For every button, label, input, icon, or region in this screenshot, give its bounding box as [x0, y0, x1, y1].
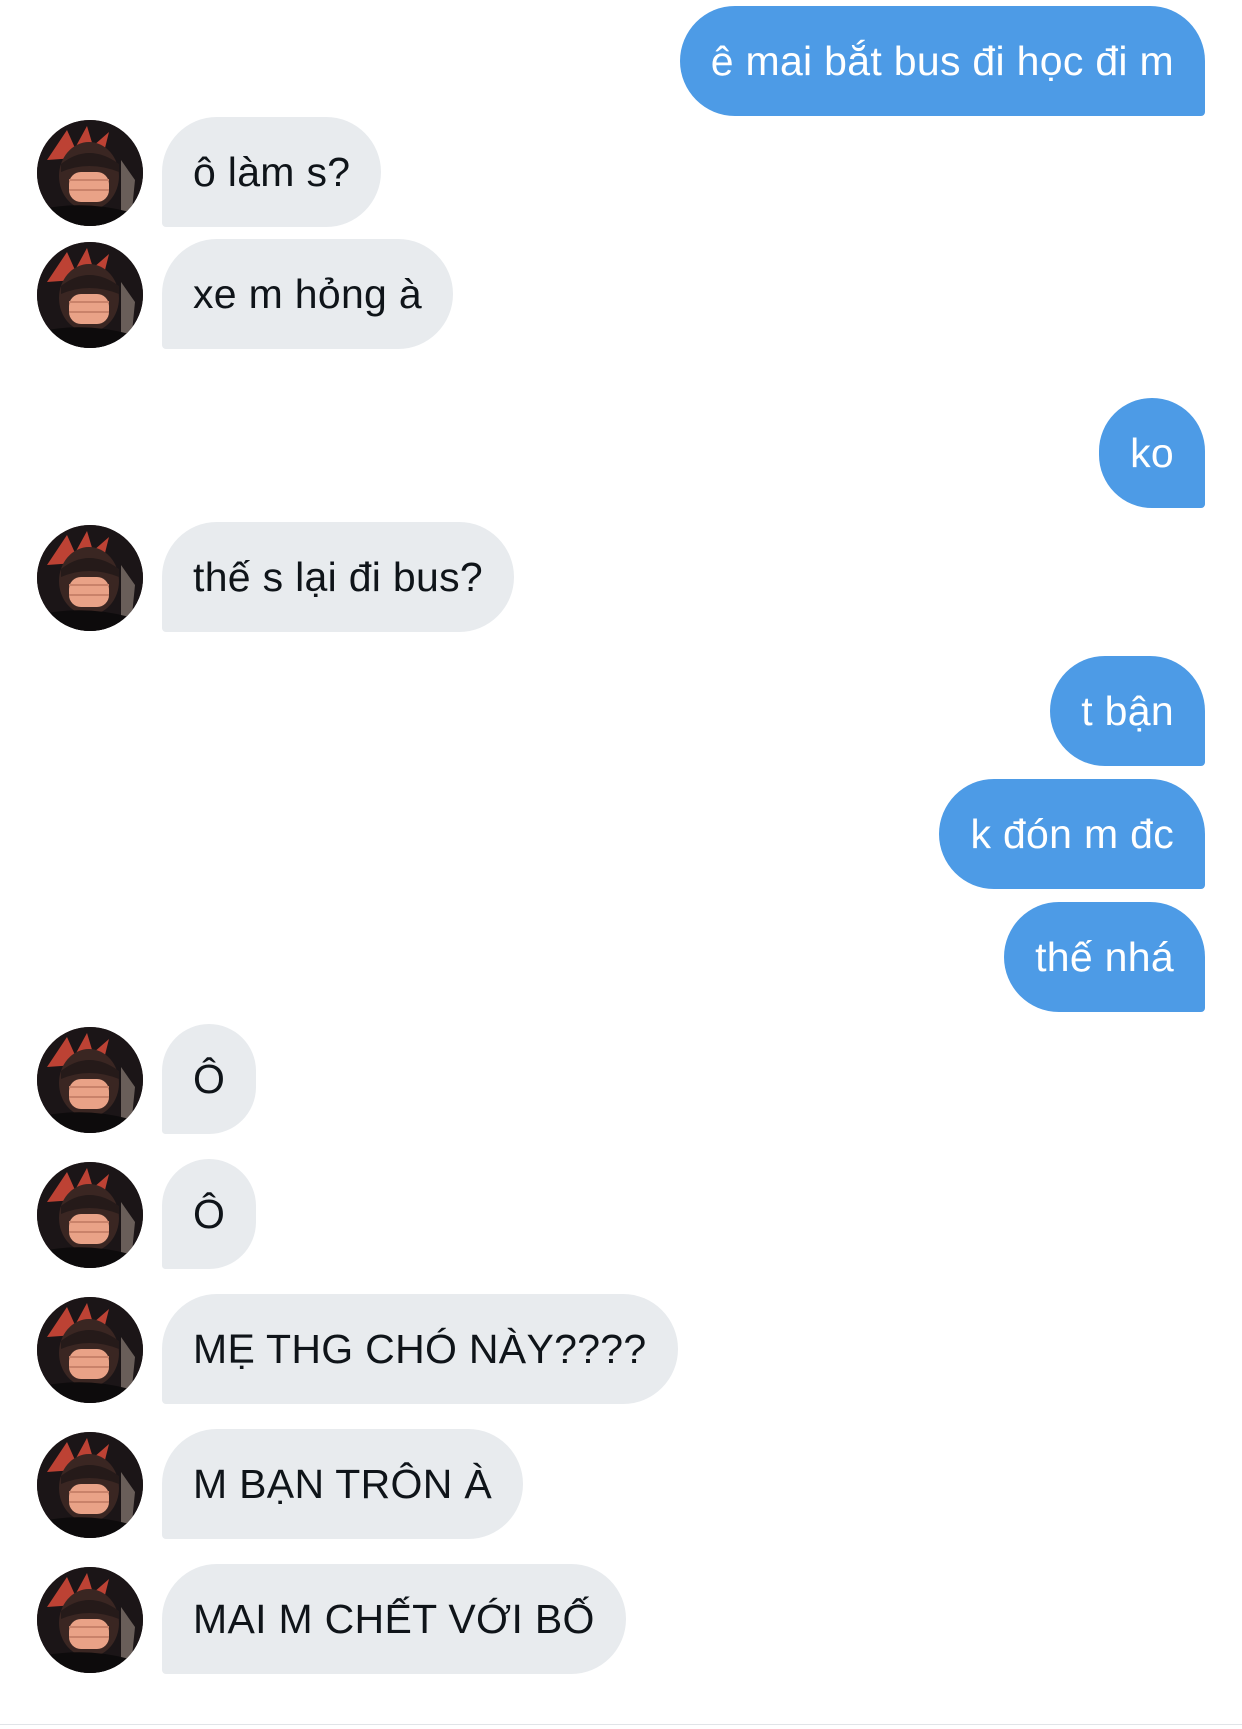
contact-avatar[interactable]	[37, 120, 143, 226]
contact-avatar[interactable]	[37, 242, 143, 348]
avatar-photo-icon	[37, 1432, 143, 1538]
outgoing-message-bubble[interactable]: k đón m đc	[939, 779, 1205, 889]
contact-avatar[interactable]	[37, 525, 143, 631]
outgoing-message-bubble[interactable]: ko	[1099, 398, 1205, 508]
contact-avatar[interactable]	[37, 1162, 143, 1268]
incoming-message-bubble[interactable]: thế s lại đi bus?	[162, 522, 514, 632]
incoming-message-bubble[interactable]: Ô	[162, 1159, 257, 1269]
message-thread: ê mai bắt bus đi học đi m ô làm s? xe m …	[0, 0, 1242, 1729]
contact-avatar[interactable]	[37, 1567, 143, 1673]
avatar-photo-icon	[37, 120, 143, 226]
outgoing-message-bubble[interactable]: t bận	[1050, 656, 1205, 766]
outgoing-message-bubble[interactable]: thế nhá	[1004, 902, 1205, 1012]
avatar-photo-icon	[37, 1297, 143, 1403]
contact-avatar[interactable]	[37, 1027, 143, 1133]
avatar-photo-icon	[37, 242, 143, 348]
incoming-message-bubble[interactable]: xe m hỏng à	[162, 239, 453, 349]
incoming-message-bubble[interactable]: Ô	[162, 1024, 257, 1134]
outgoing-message-bubble[interactable]: ê mai bắt bus đi học đi m	[679, 6, 1205, 116]
avatar-photo-icon	[37, 525, 143, 631]
incoming-message-bubble[interactable]: MAI M CHẾT VỚI BỐ	[162, 1564, 626, 1674]
avatar-photo-icon	[37, 1162, 143, 1268]
contact-avatar[interactable]	[37, 1297, 143, 1403]
incoming-message-bubble[interactable]: ô làm s?	[162, 117, 382, 227]
divider	[0, 1724, 1242, 1725]
avatar-photo-icon	[37, 1567, 143, 1673]
contact-avatar[interactable]	[37, 1432, 143, 1538]
incoming-message-bubble[interactable]: MẸ THG CHÓ NÀY????	[162, 1294, 678, 1404]
incoming-message-bubble[interactable]: M BẠN TRÔN À	[162, 1429, 523, 1539]
avatar-photo-icon	[37, 1027, 143, 1133]
